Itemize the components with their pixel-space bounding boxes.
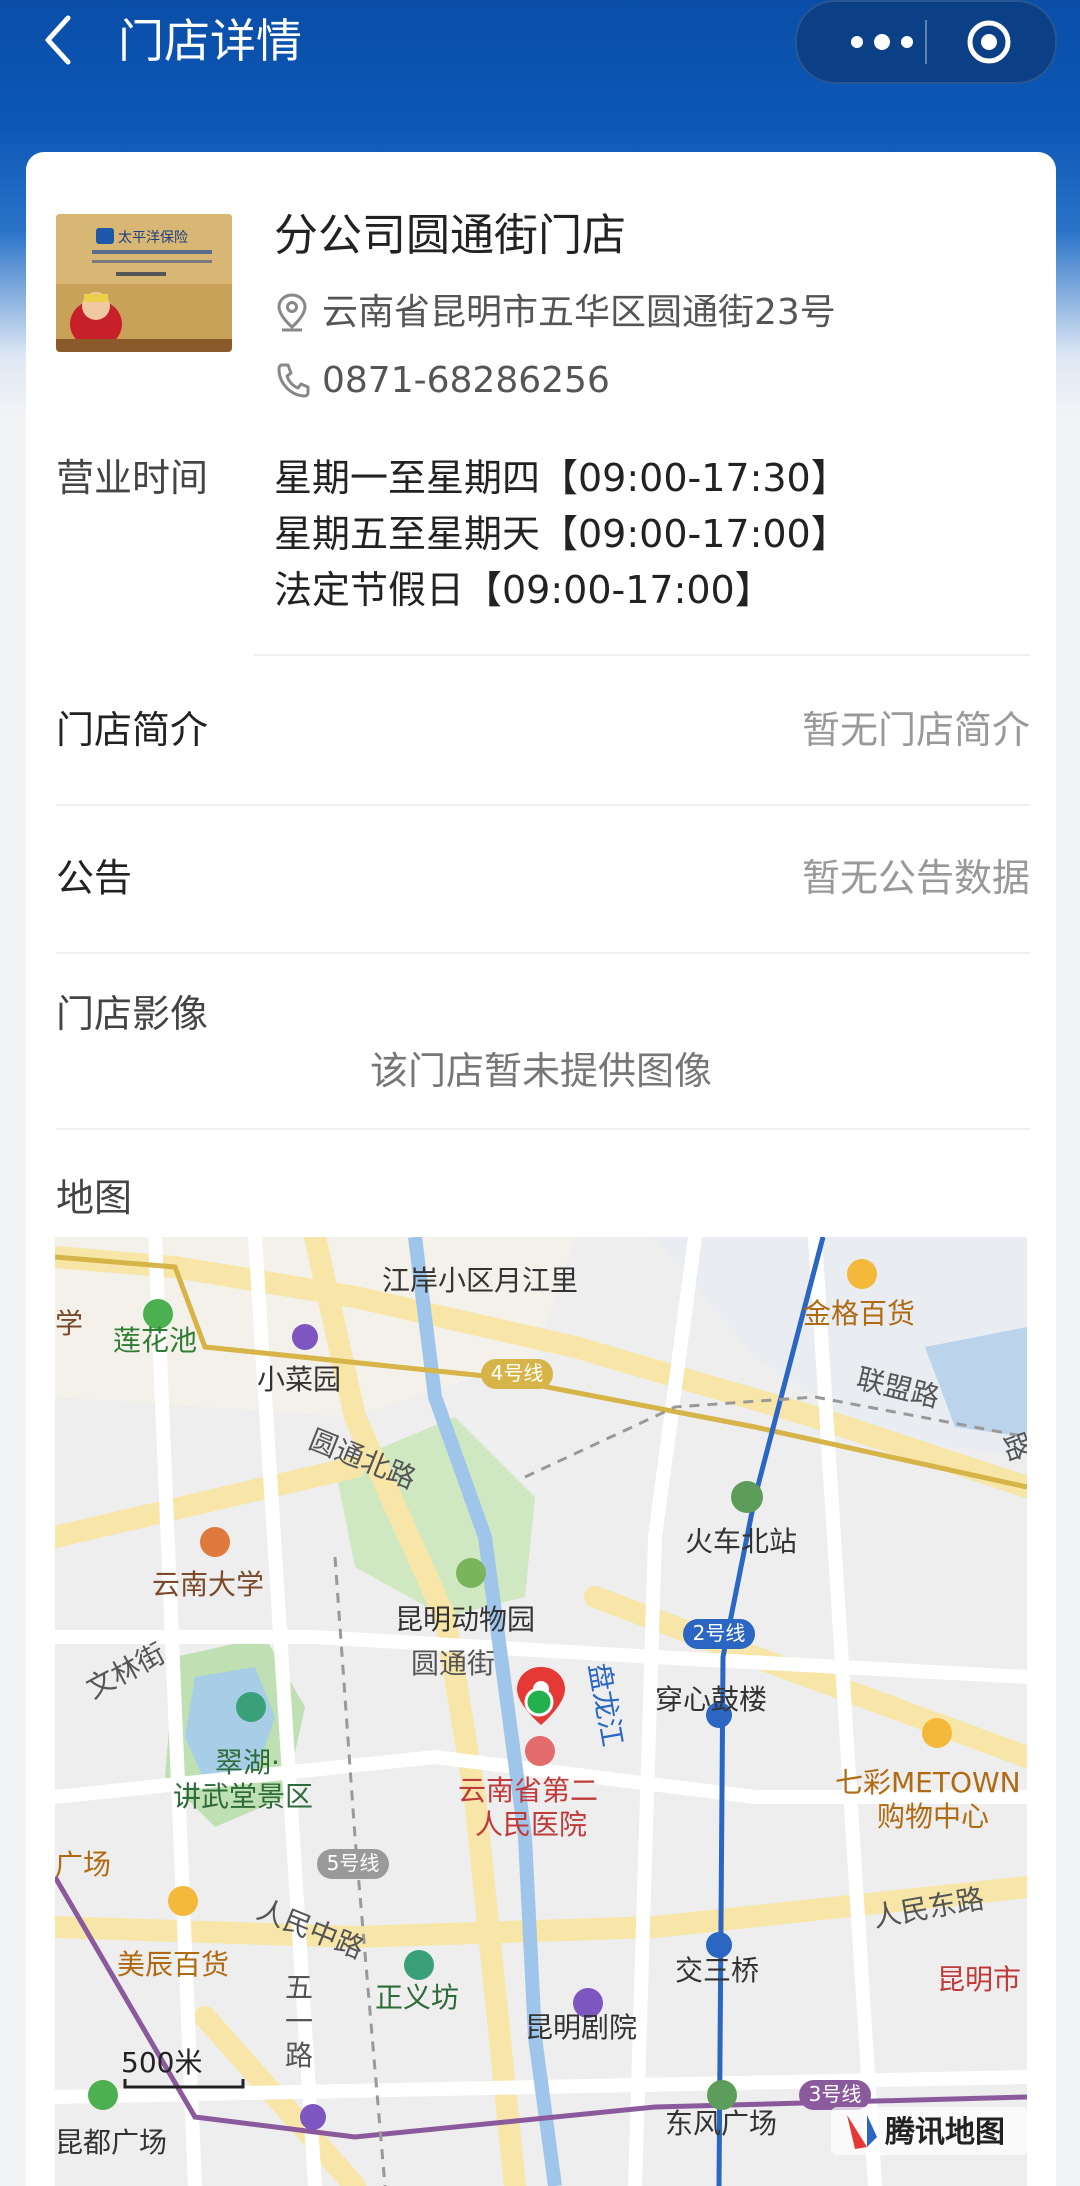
svg-text:穿心鼓楼: 穿心鼓楼 [655, 1683, 767, 1716]
svg-text:金格百货: 金格百货 [803, 1297, 915, 1330]
svg-text:云南大学: 云南大学 [152, 1568, 264, 1601]
svg-text:火车北站: 火车北站 [685, 1525, 797, 1558]
svg-text:4号线: 4号线 [491, 1361, 544, 1385]
hours-line: 星期一至星期四【09:00-17:30】 [274, 456, 849, 500]
divider [254, 654, 1030, 656]
svg-text:正义坊: 正义坊 [375, 1981, 459, 2014]
svg-text:昆明市: 昆明市 [937, 1963, 1021, 1996]
store-address[interactable]: 云南省昆明市五华区圆通街23号 [322, 288, 836, 338]
notice-value: 暂无公告数据 [801, 856, 1030, 900]
svg-text:江岸小区月江里: 江岸小区月江里 [382, 1264, 578, 1297]
hours-line: 法定节假日【09:00-17:00】 [274, 568, 773, 612]
zoo-poi-icon[interactable] [456, 1558, 486, 1588]
svg-text:东风广场: 东风广场 [665, 2107, 777, 2140]
divider [56, 1128, 1030, 1130]
scenic-poi-icon[interactable] [404, 1950, 434, 1980]
tencent-map-logo[interactable]: 腾讯地图 [831, 2107, 1027, 2155]
notice-label: 公告 [56, 856, 133, 900]
svg-text:腾讯地图: 腾讯地图 [885, 2115, 1005, 2150]
store-photo[interactable]: 太平洋保险 [56, 214, 232, 352]
svg-text:5号线: 5号线 [327, 1851, 380, 1875]
shopping-poi-icon[interactable] [168, 1886, 198, 1916]
svg-text:五: 五 [285, 1971, 313, 2004]
svg-text:昆明动物园: 昆明动物园 [395, 1603, 535, 1636]
store-phone[interactable]: 0871-68286256 [322, 356, 610, 406]
metro-station-icon[interactable] [292, 1324, 318, 1350]
metro-station-icon[interactable] [300, 2104, 326, 2130]
page-title: 门店详情 [118, 14, 302, 68]
university-poi-icon[interactable] [200, 1527, 230, 1557]
scenic-poi-icon[interactable] [236, 1692, 266, 1722]
mini-program-capsule [795, 0, 1057, 84]
svg-text:500米: 500米 [121, 2046, 202, 2079]
capsule-divider [925, 20, 927, 64]
svg-text:小菜园: 小菜园 [257, 1363, 341, 1396]
svg-text:讲武堂景区: 讲武堂景区 [173, 1780, 313, 1813]
svg-text:云南省第二: 云南省第二 [458, 1774, 598, 1807]
gallery-label: 门店影像 [56, 992, 209, 1036]
shopping-poi-icon[interactable] [922, 1718, 952, 1748]
svg-text:2号线: 2号线 [693, 1621, 746, 1645]
svg-text:3号线: 3号线 [809, 2082, 862, 2106]
svg-text:昆明剧院: 昆明剧院 [525, 2011, 637, 2044]
svg-text:昆都广场: 昆都广场 [55, 2126, 167, 2159]
svg-text:人民医院: 人民医院 [475, 1808, 587, 1841]
hours-line: 星期五至星期天【09:00-17:00】 [274, 512, 849, 556]
close-target-icon[interactable] [965, 18, 1013, 66]
svg-text:翠湖·: 翠湖· [215, 1746, 280, 1779]
phone-icon [277, 363, 310, 398]
shopping-poi-icon[interactable] [847, 1259, 877, 1289]
svg-text:一: 一 [285, 2005, 313, 2038]
more-icon[interactable] [837, 24, 927, 60]
svg-text:路: 路 [285, 2039, 313, 2072]
svg-text:七彩METOWN: 七彩METOWN [835, 1766, 1021, 1799]
svg-text:美辰百货: 美辰百货 [117, 1948, 229, 1981]
hospital-poi-icon[interactable] [525, 1736, 555, 1766]
svg-text:莲花池: 莲花池 [113, 1324, 197, 1357]
svg-text:交三桥: 交三桥 [675, 1954, 759, 1987]
intro-label: 门店简介 [56, 708, 209, 752]
svg-text:学: 学 [55, 1307, 83, 1340]
store-detail-card: 太平洋保险 分公司圆通街门店 云南省昆明市五华区圆通街23号 0871-6828… [26, 152, 1056, 2186]
svg-text:圆通街: 圆通街 [411, 1647, 495, 1680]
svg-text:购物中心: 购物中心 [877, 1800, 989, 1833]
store-photo-sign: 太平洋保险 [118, 230, 188, 246]
park-poi-icon[interactable] [88, 2080, 118, 2110]
store-map[interactable]: 4号线 2号线 5号线 3号线 江岸小区月江里 金格百货 莲花池 小菜园 联盟路… [55, 1237, 1027, 2186]
svg-text:广场: 广场 [55, 1848, 111, 1881]
metro-transfer-icon[interactable] [707, 2080, 737, 2110]
location-pin-icon [277, 293, 307, 332]
map-label: 地图 [56, 1176, 133, 1220]
railway-station-icon[interactable] [731, 1481, 763, 1513]
back-arrow-icon[interactable] [40, 10, 80, 70]
divider [56, 804, 1030, 806]
gallery-empty-text: 该门店暂未提供图像 [369, 1049, 712, 1093]
divider [56, 952, 1030, 954]
hours-label: 营业时间 [56, 456, 209, 500]
intro-value: 暂无门店简介 [801, 708, 1030, 752]
store-name: 分公司圆通街门店 [274, 210, 626, 261]
